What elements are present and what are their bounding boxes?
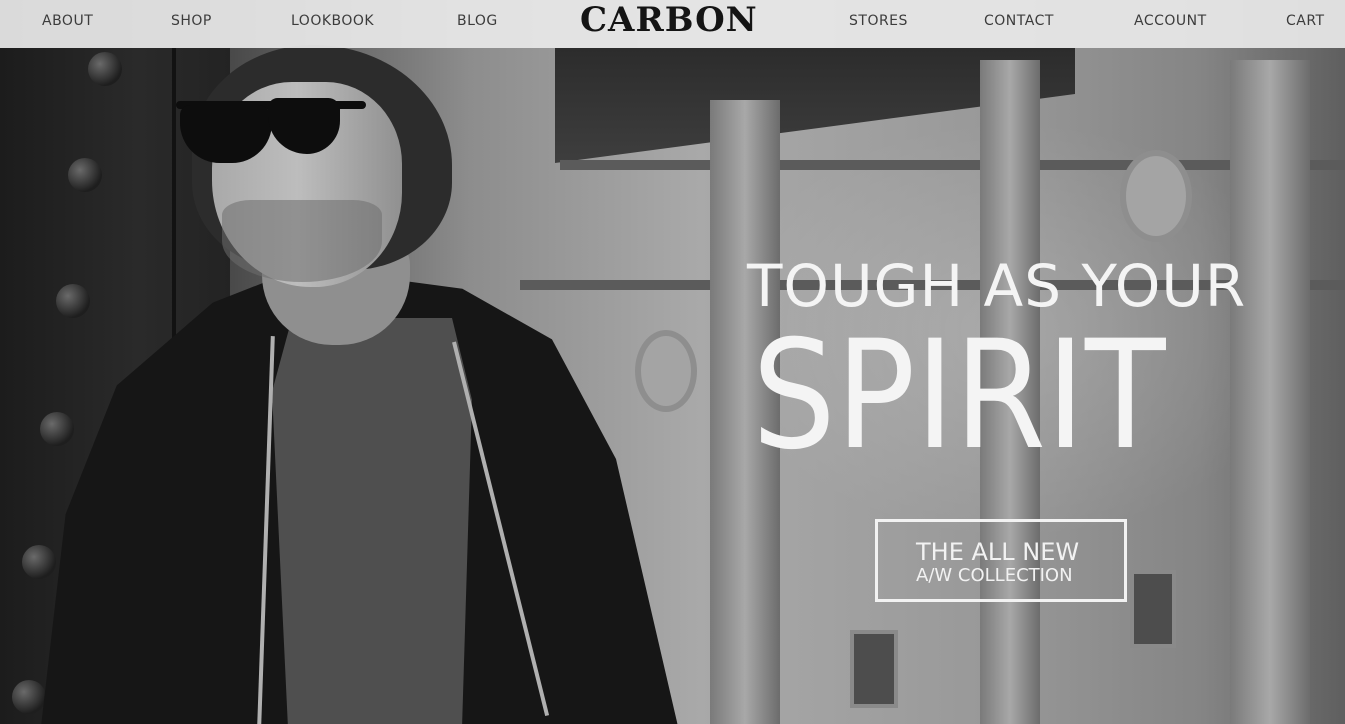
nav-about[interactable]: ABOUT xyxy=(42,13,93,29)
nav-cart[interactable]: CART xyxy=(1286,13,1325,29)
model-tshirt xyxy=(272,318,472,724)
nav-stores[interactable]: STORES xyxy=(849,13,908,29)
building-window xyxy=(1130,570,1176,648)
building-pillar xyxy=(1230,60,1310,724)
door-rivet xyxy=(88,52,122,86)
brand-logo[interactable]: CARBON xyxy=(580,0,758,40)
door-rivet xyxy=(40,412,74,446)
nav-contact[interactable]: CONTACT xyxy=(984,13,1054,29)
collection-cta-button[interactable]: THE ALL NEW A/W COLLECTION xyxy=(875,519,1127,602)
door-rivet xyxy=(68,158,102,192)
door-rivet xyxy=(22,545,56,579)
building-ornament xyxy=(635,330,697,412)
model-beard xyxy=(222,200,382,282)
nav-lookbook[interactable]: LOOKBOOK xyxy=(291,13,374,29)
nav-blog[interactable]: BLOG xyxy=(457,13,498,29)
door-rivet xyxy=(56,284,90,318)
cta-line-1: THE ALL NEW xyxy=(916,538,1080,566)
building-ornament xyxy=(1120,150,1192,242)
nav-shop[interactable]: SHOP xyxy=(171,13,212,29)
cta-line-2: A/W COLLECTION xyxy=(916,565,1073,586)
hero-headline-main: SPIRIT xyxy=(752,309,1166,483)
top-navigation: ABOUT SHOP LOOKBOOK BLOG CARBON STORES C… xyxy=(0,0,1345,48)
building-window xyxy=(850,630,898,708)
nav-account[interactable]: ACCOUNT xyxy=(1134,13,1207,29)
door-rivet xyxy=(12,680,46,714)
building-cornice xyxy=(560,160,1345,170)
